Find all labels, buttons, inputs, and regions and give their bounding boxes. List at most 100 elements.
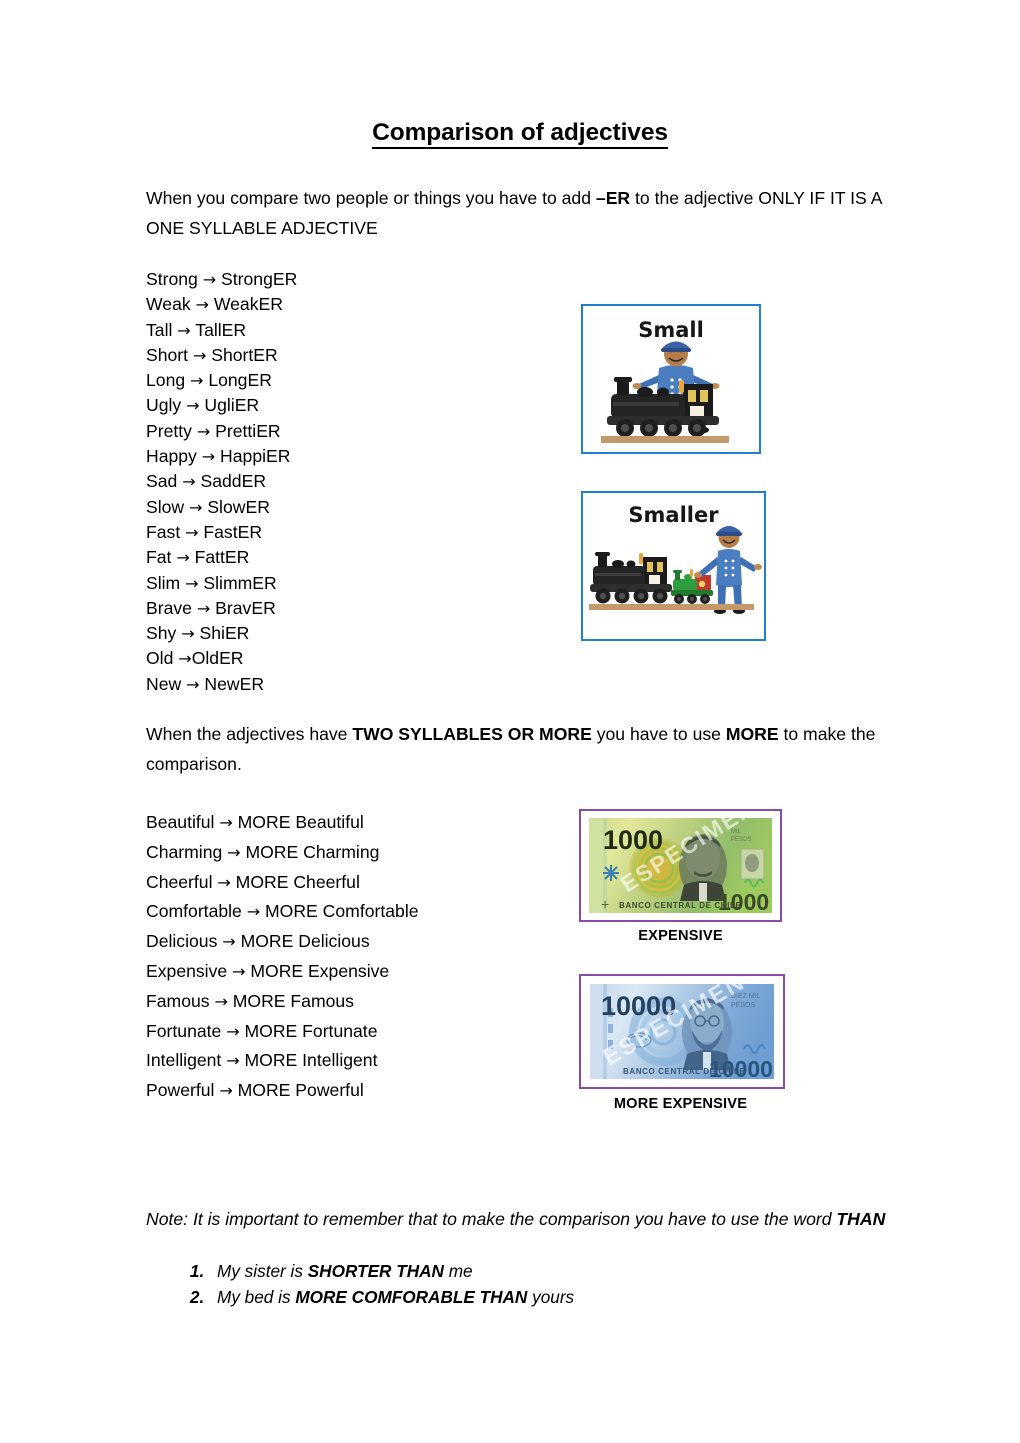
more-pair-base: Expensive: [146, 960, 233, 981]
word-pair-base: New: [146, 673, 187, 694]
word-pair-base: Tall: [146, 319, 178, 340]
examples-list: My sister is SHORTER THAN meMy bed is MO…: [146, 1258, 894, 1310]
word-pair-comparative: HappiER: [215, 446, 291, 467]
more-pair-comparative: MORE Comfortable: [260, 901, 419, 922]
word-pair-comparative: TallER: [190, 319, 247, 340]
more-pair-base: Delicious: [146, 931, 223, 952]
word-pair-comparative: FastER: [198, 521, 263, 542]
arrow-icon: →: [176, 548, 190, 568]
one-syllable-band: Strong → StrongER Weak → WeakER Tall → Tal…: [146, 267, 894, 694]
word-pair-comparative: BravER: [210, 597, 276, 618]
document-content: Comparison of adjectives When you compar…: [146, 0, 894, 1443]
arrow-icon: →: [219, 813, 233, 832]
word-pair-base: Strong: [146, 269, 203, 289]
arrow-icon: →: [219, 1081, 233, 1101]
more-pair-base: Cheerful: [146, 871, 218, 892]
word-pair-comparative: FattER: [189, 547, 250, 568]
word-pair: Fat → FattER: [146, 545, 894, 570]
word-pair-comparative: WeakER: [208, 294, 283, 315]
word-pair-base: Weak: [146, 294, 196, 315]
one-syllable-word-list: Strong → StrongER Weak → WeakER Tall → Tal…: [146, 267, 894, 697]
arrow-icon: →: [196, 598, 211, 618]
word-pair-base: Slim: [146, 572, 186, 593]
arrow-icon: →: [217, 872, 231, 892]
banknote-1000-bank-text: BANCO CENTRAL DE CHILE: [619, 901, 741, 910]
word-pair-base: Slow: [146, 496, 190, 517]
svg-text:+: +: [601, 896, 609, 912]
word-pair: Old →OldER: [146, 646, 894, 671]
word-pair-base: Happy: [146, 446, 202, 467]
arrow-icon: →: [214, 991, 228, 1011]
word-pair: Shy → ShiER: [146, 621, 894, 646]
intro-paragraph: When you compare two people or things yo…: [146, 183, 894, 243]
arrow-icon: →: [185, 573, 199, 593]
word-pair-comparative: StrongER: [216, 269, 298, 289]
word-pair: Slow → SlowER: [146, 495, 894, 520]
arrow-icon: →: [227, 842, 241, 862]
arrow-icon: →: [186, 674, 200, 694]
two-syll-part1: When the adjectives have: [146, 724, 353, 744]
word-pair-comparative: SlowER: [202, 496, 270, 517]
more-pair-base: Charming: [146, 841, 228, 862]
word-pair: New → NewER: [146, 672, 894, 697]
more-pair-base: Comfortable: [146, 901, 247, 922]
word-pair: Fast → FastER: [146, 520, 894, 545]
word-pair: Short → ShortER: [146, 343, 894, 368]
word-pair-comparative: UgliER: [199, 395, 260, 416]
more-pair-comparative: MORE Intelligent: [239, 1050, 378, 1071]
more-pair-comparative: MORE Fortunate: [239, 1020, 378, 1041]
word-pair-base: Long: [146, 370, 191, 391]
arrow-icon: →: [190, 371, 204, 391]
word-pair: Weak → WeakER: [146, 292, 894, 317]
word-pair: Happy → HappiER: [146, 444, 894, 469]
banknote-1000-caption: EXPENSIVE: [638, 928, 723, 944]
banknote-1000-illustration: 1000 1000 BANCO CENTRAL DE CHILE + MIL P…: [581, 811, 780, 920]
smaller-train-label: Smaller: [628, 503, 719, 527]
more-pair-base: Famous: [146, 990, 215, 1011]
two-syllable-paragraph: When the adjectives have TWO SYLLABLES O…: [146, 719, 894, 779]
word-pair-comparative: SlimmER: [198, 572, 277, 593]
word-pair-comparative: PrettiER: [210, 420, 281, 441]
page-title: Comparison of adjectives: [146, 0, 894, 149]
arrow-icon: →: [185, 522, 199, 542]
more-pair-base: Intelligent: [146, 1050, 227, 1071]
example-text-post: me: [443, 1261, 473, 1281]
image-frame-banknote-1000: 1000 1000 BANCO CENTRAL DE CHILE + MIL P…: [579, 809, 782, 922]
word-pair-comparative: SaddER: [195, 471, 267, 492]
arrow-icon: →: [222, 932, 236, 952]
example-emphasis: SHORTER THAN: [307, 1261, 444, 1281]
more-pair-comparative: MORE Powerful: [232, 1080, 364, 1101]
arrow-icon: →: [186, 396, 200, 416]
small-train-label: Small: [638, 318, 704, 342]
more-pair-comparative: MORE Famous: [227, 990, 354, 1011]
word-pair-base: Fat: [146, 547, 177, 568]
more-pair-comparative: MORE Cheerful: [230, 871, 360, 892]
arrow-icon: →: [192, 345, 207, 365]
word-pair: Tall → TallER: [146, 318, 894, 343]
page-title-text: Comparison of adjectives: [372, 119, 668, 149]
example-item: My bed is MORE COMFORABLE THAN yours: [209, 1284, 894, 1310]
two-syll-bold1: TWO SYLLABLES OR MORE: [352, 724, 592, 744]
arrow-icon: →: [177, 320, 191, 340]
banknote-10000-bank-text: BANCO CENTRAL DE CHILE: [623, 1067, 745, 1076]
example-emphasis: MORE COMFORABLE THAN: [295, 1287, 528, 1307]
arrow-icon: →: [232, 961, 246, 981]
image-frame-small-train: Small: [581, 304, 761, 454]
word-pair-base: Old: [146, 648, 179, 669]
more-adjectives-band: Beautiful → MORE Beautiful Charming → MOR…: [146, 808, 894, 1136]
banknote-10000-value-line2: PESOS: [731, 1002, 755, 1009]
word-pair: Brave → BravER: [146, 596, 894, 621]
word-pair-base: Fast: [146, 521, 186, 542]
arrow-icon: →: [196, 421, 211, 441]
example-item: My sister is SHORTER THAN me: [209, 1258, 894, 1284]
word-pair-base: Ugly: [146, 395, 187, 416]
banknote-10000-caption: MORE EXPENSIVE: [613, 1096, 748, 1112]
example-text-pre: My sister is: [217, 1261, 308, 1281]
example-text-pre: My bed is: [217, 1287, 296, 1307]
word-pair-comparative: OldER: [191, 648, 244, 669]
word-pair-base: Pretty: [146, 420, 197, 441]
two-syll-bold2: MORE: [725, 724, 779, 744]
word-pair-comparative: ShiER: [194, 623, 250, 644]
arrow-icon: →: [181, 624, 195, 644]
word-pair: Pretty → PrettiER: [146, 419, 894, 444]
